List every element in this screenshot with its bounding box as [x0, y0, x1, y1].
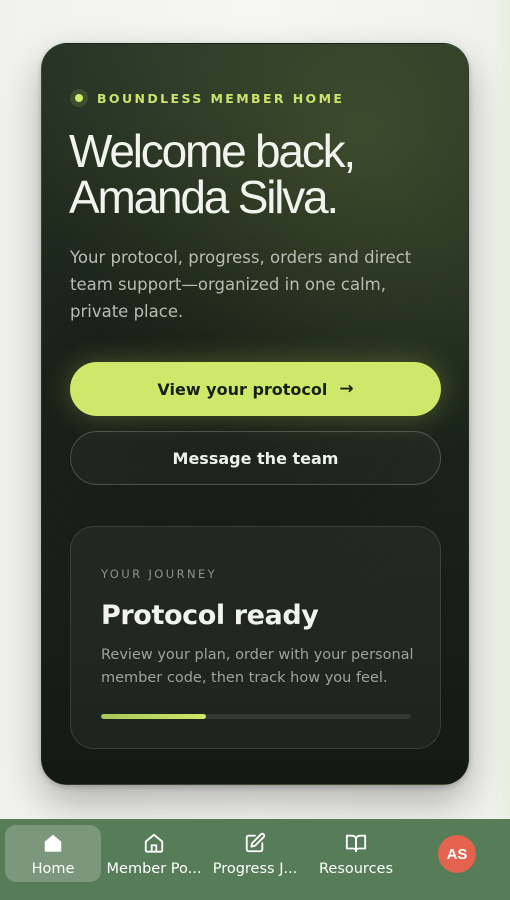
hero-eyebrow: BOUNDLESS MEMBER HOME	[70, 89, 344, 107]
message-team-button[interactable]: Message the team	[70, 431, 441, 485]
page-title: Welcome back, Amanda Silva.	[69, 125, 356, 223]
hero-subtitle: Your protocol, progress, orders and dire…	[70, 248, 412, 321]
view-protocol-label: View your protocol	[157, 379, 328, 399]
avatar[interactable]: AS	[438, 835, 476, 873]
bottom-tab-bar: Home Member Po... Progress J... Resource…	[0, 819, 510, 900]
message-team-label: Message the team	[172, 448, 339, 468]
journey-title: Protocol ready	[101, 600, 319, 631]
view-protocol-button[interactable]: View your protocol →	[70, 362, 441, 416]
home-icon	[42, 832, 64, 854]
journey-progress-bar	[101, 714, 411, 719]
tab-member-portal-label: Member Po...	[106, 861, 202, 877]
journey-card: YOUR JOURNEY Protocol ready Review your …	[70, 526, 441, 749]
tab-resources-label: Resources	[318, 861, 394, 877]
house-outline-icon	[143, 832, 165, 854]
journey-progress-fill	[101, 714, 207, 719]
edit-icon	[244, 832, 266, 854]
tab-resources[interactable]: Resources	[308, 825, 404, 882]
journey-eyebrow: YOUR JOURNEY	[101, 567, 218, 581]
book-icon	[344, 832, 368, 854]
arrow-right-icon: →	[339, 379, 354, 399]
status-dot-icon	[70, 89, 88, 107]
tab-home[interactable]: Home	[5, 825, 101, 882]
hero-card: BOUNDLESS MEMBER HOME Welcome back, Aman…	[41, 43, 469, 785]
journey-description: Review your plan, order with your person…	[101, 647, 414, 686]
tab-home-label: Home	[31, 861, 75, 877]
tab-progress-journal[interactable]: Progress J...	[207, 825, 303, 882]
tab-member-portal[interactable]: Member Po...	[106, 825, 202, 882]
tab-progress-journal-label: Progress J...	[212, 861, 298, 877]
hero-eyebrow-label: BOUNDLESS MEMBER HOME	[97, 90, 345, 106]
